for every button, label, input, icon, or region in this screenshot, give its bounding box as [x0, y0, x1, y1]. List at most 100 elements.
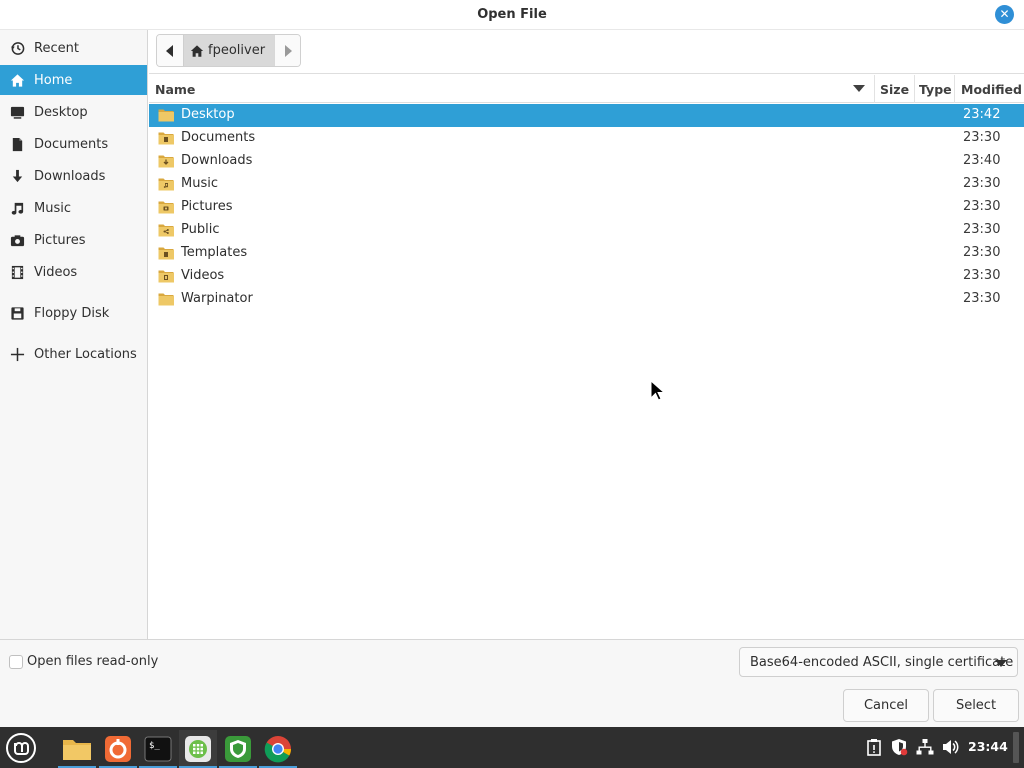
- folder-icon: [158, 201, 174, 214]
- home-icon: [9, 72, 26, 89]
- file-row-documents[interactable]: Documents 23:30: [149, 127, 1024, 150]
- tray-volume[interactable]: [941, 737, 961, 757]
- start-menu-button[interactable]: [5, 732, 37, 764]
- sidebar-item-floppy-disk[interactable]: Floppy Disk: [0, 298, 147, 328]
- folder-icon: [158, 109, 174, 122]
- file-name: Documents: [181, 130, 256, 145]
- file-modified: 23:42: [963, 107, 1001, 122]
- sidebar-item-label: Videos: [34, 264, 78, 280]
- column-modified[interactable]: Modified: [955, 75, 1024, 103]
- pictures-icon: [9, 232, 26, 249]
- network-icon: [916, 739, 934, 755]
- clock[interactable]: 23:44: [968, 739, 1008, 754]
- file-modified: 23:30: [963, 130, 1001, 145]
- file-modified: 23:40: [963, 153, 1001, 168]
- chevron-left-icon: [166, 44, 173, 57]
- column-name[interactable]: Name: [149, 75, 875, 103]
- path-bar: fpeoliver: [149, 30, 1024, 74]
- column-name-label: Name: [155, 81, 196, 97]
- read-only-checkbox[interactable]: Open files read-only: [9, 654, 158, 669]
- taskbar-terminal[interactable]: $_: [139, 730, 177, 768]
- sidebar-item-desktop[interactable]: Desktop: [0, 97, 147, 127]
- sidebar-item-home[interactable]: Home: [0, 65, 147, 95]
- shield-icon: [225, 736, 251, 762]
- show-desktop-button[interactable]: [1013, 732, 1019, 763]
- file-row-public[interactable]: Public 23:30: [149, 219, 1024, 242]
- firefox-icon: [105, 736, 131, 762]
- taskbar-calculator[interactable]: [179, 730, 217, 768]
- file-row-downloads[interactable]: Downloads 23:40: [149, 150, 1024, 173]
- file-name: Templates: [181, 245, 248, 260]
- file-rows: Desktop 23:42 Documents 23:30 Downloads 23:40…: [149, 104, 1024, 311]
- file-row-desktop[interactable]: Desktop 23:42: [149, 104, 1024, 127]
- taskbar-firefox[interactable]: [99, 730, 137, 768]
- dialog-footer: Open files read-only Base64-encoded ASCI…: [0, 639, 1024, 727]
- sidebar-item-other-locations[interactable]: Other Locations: [0, 339, 147, 369]
- path-forward-button[interactable]: [274, 35, 301, 66]
- file-modified: 23:30: [963, 291, 1001, 306]
- select-button[interactable]: Select: [933, 689, 1019, 722]
- sort-descending-icon: [853, 85, 865, 92]
- column-size[interactable]: Size: [875, 75, 915, 103]
- videos-icon: [9, 264, 26, 281]
- file-type-filter[interactable]: Base64-encoded ASCII, single certificate: [739, 647, 1018, 677]
- file-row-music[interactable]: Music 23:30: [149, 173, 1024, 196]
- column-type[interactable]: Type: [915, 75, 955, 103]
- dropdown-arrow-icon: [995, 660, 1007, 667]
- tray-clipboard[interactable]: [864, 737, 884, 757]
- folder-icon: [158, 224, 174, 237]
- calculator-icon: [185, 736, 211, 762]
- path-crumb-label: fpeoliver: [208, 43, 266, 58]
- sidebar-item-label: Other Locations: [34, 346, 137, 362]
- sidebar-item-documents[interactable]: Documents: [0, 129, 147, 159]
- folder-icon: [158, 178, 174, 191]
- mint-logo-icon: [6, 733, 36, 763]
- sidebar-item-music[interactable]: Music: [0, 193, 147, 223]
- folder-icon: [158, 132, 174, 145]
- clipboard-icon: [867, 739, 881, 756]
- desktop-icon: [9, 104, 26, 121]
- dialog-title: Open File: [477, 7, 547, 22]
- sidebar-item-label: Documents: [34, 136, 109, 152]
- places-sidebar: Recent Home Desktop Documents Downloads …: [0, 30, 148, 639]
- folder-icon: [158, 293, 174, 306]
- file-type-filter-value: Base64-encoded ASCII, single certificate: [750, 654, 1014, 670]
- taskbar-files[interactable]: [58, 730, 96, 768]
- file-row-pictures[interactable]: Pictures 23:30: [149, 196, 1024, 219]
- tray-network[interactable]: [915, 737, 935, 757]
- file-name: Videos: [181, 268, 225, 283]
- sidebar-item-downloads[interactable]: Downloads: [0, 161, 147, 191]
- tray-shield[interactable]: [889, 737, 909, 757]
- folder-icon: [158, 155, 174, 168]
- sidebar-item-videos[interactable]: Videos: [0, 257, 147, 287]
- breadcrumb: fpeoliver: [156, 34, 302, 67]
- sidebar-item-recent[interactable]: Recent: [0, 33, 147, 63]
- taskbar-chrome[interactable]: [259, 730, 297, 768]
- folder-icon: [158, 247, 174, 260]
- sidebar-item-label: Floppy Disk: [34, 305, 110, 321]
- taskbar: $_ 23:44: [0, 727, 1024, 768]
- music-icon: [9, 200, 26, 217]
- close-button[interactable]: ✕: [995, 5, 1014, 24]
- documents-icon: [9, 136, 26, 153]
- path-back-button[interactable]: [157, 35, 183, 66]
- checkbox-box[interactable]: [9, 654, 23, 669]
- file-modified: 23:30: [963, 222, 1001, 237]
- cancel-button[interactable]: Cancel: [843, 689, 929, 722]
- shield-alert-icon: [892, 739, 908, 756]
- floppy-disk-icon: [9, 305, 26, 322]
- file-row-warpinator[interactable]: Warpinator 23:30: [149, 288, 1024, 311]
- taskbar-shield[interactable]: [219, 730, 257, 768]
- files-icon: [63, 740, 91, 760]
- path-crumb-home[interactable]: fpeoliver: [183, 35, 275, 66]
- file-row-templates[interactable]: Templates 23:30: [149, 242, 1024, 265]
- file-row-videos[interactable]: Videos 23:30: [149, 265, 1024, 288]
- chevron-right-icon: [284, 44, 292, 57]
- file-name: Pictures: [181, 199, 233, 214]
- file-name: Downloads: [181, 153, 253, 168]
- svg-text:$_: $_: [149, 741, 160, 751]
- column-header: Name Size Type Modified: [149, 75, 1024, 103]
- sidebar-item-label: Downloads: [34, 168, 106, 184]
- terminal-icon: $_: [144, 736, 172, 762]
- sidebar-item-pictures[interactable]: Pictures: [0, 225, 147, 255]
